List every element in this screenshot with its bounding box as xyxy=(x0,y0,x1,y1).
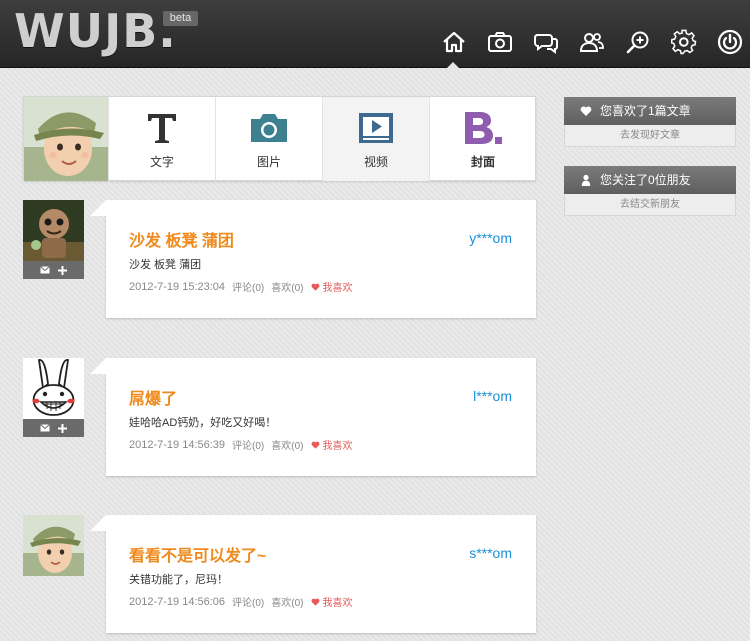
likes-count[interactable]: 喜欢(0) xyxy=(271,279,303,294)
like-button[interactable]: 我喜欢 xyxy=(311,279,353,294)
post-time: 2012-7-19 14:56:06 xyxy=(129,595,226,608)
message-icon[interactable] xyxy=(40,424,50,432)
text-T-icon xyxy=(109,111,215,145)
avatar-actions-bar xyxy=(23,419,84,437)
follows-summary: 您关注了0位朋友 xyxy=(564,166,736,194)
post-author[interactable]: y***om xyxy=(469,230,512,246)
comments-link[interactable]: 评论(0) xyxy=(232,279,264,294)
post-author-avatar[interactable] xyxy=(23,515,84,576)
post-body: 关错功能了，尼玛！ xyxy=(129,574,228,586)
camera-icon[interactable] xyxy=(486,28,514,56)
post-author[interactable]: s***om xyxy=(469,545,512,561)
likes-summary: 您喜欢了1篇文章 xyxy=(564,97,736,125)
heart-icon xyxy=(311,441,319,449)
message-icon[interactable] xyxy=(40,266,50,274)
post-title[interactable]: 沙发 板凳 蒲团 xyxy=(129,227,234,251)
likes-count[interactable]: 喜欢(0) xyxy=(271,437,303,452)
nav-active-pointer xyxy=(446,62,460,69)
follows-summary-text: 您关注了0位朋友 xyxy=(600,173,691,187)
power-icon[interactable] xyxy=(716,28,744,56)
post-time: 2012-7-19 14:56:39 xyxy=(129,438,226,451)
post-type-video[interactable]: 视频 xyxy=(322,97,429,181)
post-type-cover[interactable]: 封面 xyxy=(429,97,536,181)
follow-plus-icon[interactable] xyxy=(58,423,67,433)
home-icon[interactable] xyxy=(440,28,468,56)
post-author-avatar[interactable] xyxy=(23,200,84,261)
chat-icon[interactable] xyxy=(532,28,560,56)
heart-icon xyxy=(580,105,592,117)
post-body: 娃哈哈AD钙奶，好吃又好喝！ xyxy=(129,417,277,429)
post-author[interactable]: l***om xyxy=(473,388,512,404)
heart-icon xyxy=(311,598,319,606)
beta-badge: beta xyxy=(163,11,198,26)
post-composer: 文字 图片 视频 封面 xyxy=(23,96,536,181)
like-button-label: 我喜欢 xyxy=(322,441,353,452)
post-type-label: 视频 xyxy=(363,155,388,169)
post-title[interactable]: 看看不是可以发了~ xyxy=(129,542,266,566)
post-type-label: 封面 xyxy=(470,155,495,169)
post-type-text[interactable]: 文字 xyxy=(108,97,215,181)
post-time: 2012-7-19 15:23:04 xyxy=(129,280,226,293)
meet-friends-link[interactable]: 去结交新朋友 xyxy=(564,194,736,216)
settings-gear-icon[interactable] xyxy=(670,28,698,56)
video-icon xyxy=(323,111,429,145)
comments-link[interactable]: 评论(0) xyxy=(232,594,264,609)
discover-articles-link[interactable]: 去发现好文章 xyxy=(564,125,736,147)
my-avatar[interactable] xyxy=(24,97,108,181)
sidebar-likes-box: 您喜欢了1篇文章 去发现好文章 xyxy=(564,97,736,147)
post-card: 看看不是可以发了~ s***om 关错功能了，尼玛！ 2012-7-19 14:… xyxy=(90,515,536,633)
like-button-label: 我喜欢 xyxy=(322,598,353,609)
avatar-actions-bar xyxy=(23,261,84,279)
top-bar: WUJB. beta xyxy=(0,0,750,68)
friends-icon[interactable] xyxy=(578,28,606,56)
post-type-label: 图片 xyxy=(256,155,281,169)
cover-B-icon xyxy=(430,111,536,145)
comments-link[interactable]: 评论(0) xyxy=(232,437,264,452)
like-button-label: 我喜欢 xyxy=(322,283,353,294)
user-icon xyxy=(580,174,592,186)
post-type-photo[interactable]: 图片 xyxy=(215,97,322,181)
post-author-avatar[interactable] xyxy=(23,358,84,419)
post-card: 沙发 板凳 蒲团 y***om 沙发 板凳 蒲团 2012-7-19 15:23… xyxy=(90,200,536,318)
site-logo[interactable]: WUJB. xyxy=(14,4,177,58)
search-add-icon[interactable] xyxy=(624,28,652,56)
post-body: 沙发 板凳 蒲团 xyxy=(129,259,202,271)
post-meta: 2012-7-19 14:56:06 评论(0) 喜欢(0) 我喜欢 xyxy=(129,594,353,610)
post-title[interactable]: 屌爆了 xyxy=(129,385,177,409)
post-meta: 2012-7-19 14:56:39 评论(0) 喜欢(0) 我喜欢 xyxy=(129,437,353,453)
post-type-label: 文字 xyxy=(149,155,174,169)
heart-icon xyxy=(311,283,319,291)
likes-summary-text: 您喜欢了1篇文章 xyxy=(600,104,691,118)
like-button[interactable]: 我喜欢 xyxy=(311,594,353,609)
likes-count[interactable]: 喜欢(0) xyxy=(271,594,303,609)
sidebar-follows-box: 您关注了0位朋友 去结交新朋友 xyxy=(564,166,736,216)
post-meta: 2012-7-19 15:23:04 评论(0) 喜欢(0) 我喜欢 xyxy=(129,279,353,295)
camera-icon xyxy=(216,111,322,145)
like-button[interactable]: 我喜欢 xyxy=(311,437,353,452)
follow-plus-icon[interactable] xyxy=(58,265,67,275)
post-card: 屌爆了 l***om 娃哈哈AD钙奶，好吃又好喝！ 2012-7-19 14:5… xyxy=(90,358,536,476)
